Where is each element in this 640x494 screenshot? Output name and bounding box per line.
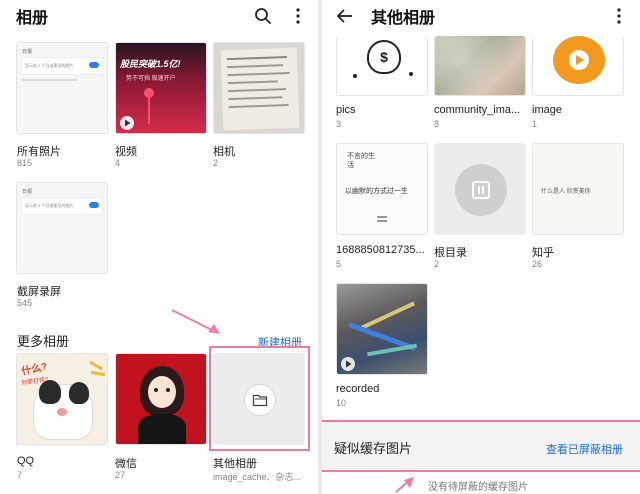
album-all-photos[interactable]: 日报 显示前 3 个月或更早的图片	[16, 42, 108, 134]
album-community-images[interactable]	[434, 36, 526, 96]
album-zhihu[interactable]: 什么是人 欣赏美你	[532, 143, 624, 235]
album-screenshots[interactable]: 日报 显示前 3 个月或更早的图片	[16, 182, 108, 274]
album-pics[interactable]: $	[336, 36, 428, 96]
album-name: 其他相册	[213, 458, 257, 470]
album-name: community_ima...	[434, 104, 521, 116]
album-wechat[interactable]	[115, 353, 207, 445]
album-name: 所有照片	[17, 146, 61, 158]
pointer-arrow-icon	[395, 477, 414, 493]
album-name: 相机	[213, 146, 235, 158]
album-count: 7	[17, 470, 23, 480]
album-name: pics	[336, 104, 356, 116]
page-title: 其他相册	[371, 10, 436, 27]
page-title: 相册	[16, 10, 49, 27]
view-blocked-albums-link[interactable]: 查看已屏蔽相册	[546, 441, 623, 457]
suspected-cache-banner: 疑似缓存图片 查看已屏蔽相册	[322, 420, 640, 472]
album-count: 5	[336, 259, 342, 269]
more-albums-heading: 更多相册	[17, 334, 70, 349]
cache-heading: 疑似缓存图片	[334, 441, 413, 456]
album-name: 知乎	[532, 247, 554, 259]
album-name: recorded	[336, 383, 380, 395]
album-count: 545	[17, 298, 33, 308]
album-name: 截屏录屏	[17, 286, 61, 298]
album-root-directory[interactable]	[434, 143, 526, 235]
albums-header: 相册	[0, 0, 318, 32]
no-cache-message: 没有待屏蔽的缓存图片	[428, 482, 528, 493]
album-name: QQ	[17, 455, 35, 467]
blurred-thumbnail	[435, 36, 525, 95]
album-count: 2	[434, 259, 440, 269]
album-count: 10	[336, 398, 347, 408]
album-count: 1	[532, 119, 538, 129]
play-icon	[120, 116, 134, 130]
album-name: 1688850812735...	[336, 244, 425, 256]
album-camera[interactable]	[213, 42, 305, 134]
document-photo-thumbnail	[220, 47, 300, 131]
more-options-icon[interactable]	[287, 5, 309, 27]
album-name: 视频	[115, 146, 137, 158]
album-name: 微信	[115, 458, 137, 470]
albums-panel: 相册 日报 显示前 3 个月或更早的图片 所有照片 815 股民突破1.5亿! …	[0, 0, 318, 494]
sun-logo-icon	[553, 36, 605, 84]
album-name: 根目录	[434, 247, 467, 259]
money-bag-icon: $	[367, 40, 401, 74]
search-icon[interactable]	[252, 5, 274, 27]
album-count: image_cache、杂志...	[213, 472, 302, 482]
album-count: 4	[115, 158, 121, 168]
more-options-icon[interactable]	[608, 5, 630, 27]
pointer-arrow-icon	[171, 309, 220, 334]
album-video[interactable]: 股民突破1.5亿! 势不可挡 极速开户	[115, 42, 207, 134]
album-count: 27	[115, 470, 126, 480]
play-icon	[341, 357, 355, 371]
other-albums-highlight	[209, 346, 310, 451]
album-count: 3	[336, 119, 342, 129]
album-qq[interactable]: 什么? 你要打我?	[16, 353, 108, 445]
avatar-image	[116, 354, 206, 444]
cat-image: 什么? 你要打我?	[17, 354, 107, 444]
root-folder-icon	[455, 164, 507, 216]
album-recorded[interactable]	[336, 283, 428, 375]
album-count: 2	[213, 158, 219, 168]
back-arrow-icon[interactable]	[334, 5, 356, 27]
album-name: image	[532, 104, 562, 116]
settings-screenshot-thumbnail: 日报 显示前 3 个月或更早的图片	[17, 43, 107, 133]
document-thumbnail: 不言的生活 以幽默的方式过一生	[337, 144, 427, 234]
screenshot-thumbnail: 日报 显示前 3 个月或更早的图片	[17, 183, 107, 273]
zhihu-thumbnail: 什么是人 欣赏美你	[541, 189, 591, 195]
album-image[interactable]	[532, 36, 624, 96]
other-albums-header: 其他相册	[322, 0, 640, 32]
other-albums-panel: 其他相册 $ pics 3 community_ima... 8 image 1…	[322, 0, 640, 494]
album-1688850812735[interactable]: 不言的生活 以幽默的方式过一生	[336, 143, 428, 235]
album-count: 26	[532, 259, 543, 269]
album-count: 815	[17, 158, 33, 168]
album-count: 8	[434, 119, 440, 129]
